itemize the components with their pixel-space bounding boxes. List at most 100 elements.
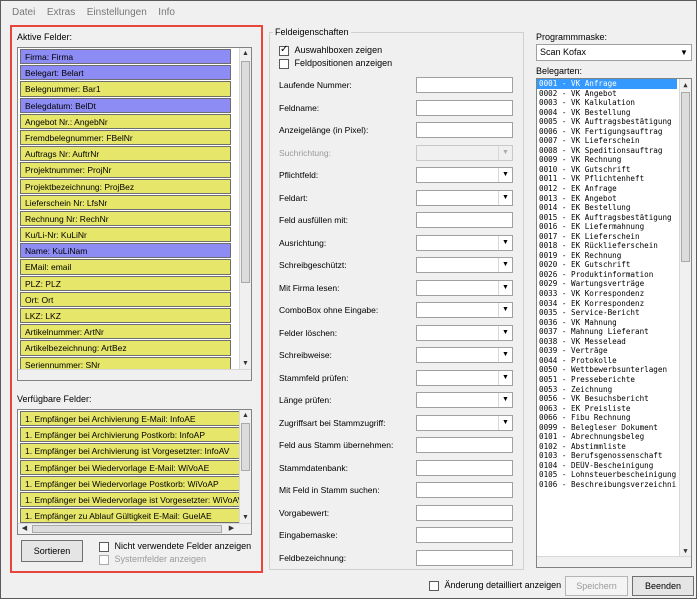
- property-select[interactable]: ▼: [416, 392, 513, 408]
- chevron-down-icon[interactable]: ▼: [498, 348, 512, 362]
- property-input[interactable]: [416, 99, 513, 116]
- chevron-down-icon[interactable]: ▼: [498, 280, 512, 295]
- chevron-down-icon[interactable]: ▼: [677, 45, 691, 60]
- belegart-item[interactable]: 0104 - DEÜV-Bescheinigung: [537, 461, 677, 471]
- chevron-down-icon[interactable]: ▼: [498, 393, 512, 407]
- belegart-item[interactable]: 0016 - EK Liefermahnung: [537, 222, 677, 232]
- save-button[interactable]: Speichern: [565, 576, 628, 596]
- belegart-item[interactable]: 0039 - Verträge: [537, 346, 677, 356]
- active-field-item[interactable]: Angebot Nr.: AngebNr: [20, 113, 231, 129]
- available-field-item[interactable]: 1. Empfänger bei Wiedervorlage ist Vorge…: [20, 491, 240, 508]
- property-select[interactable]: ▼: [416, 324, 513, 341]
- belegart-item[interactable]: 0013 - EK Angebot: [537, 194, 677, 204]
- active-field-item[interactable]: Ort: Ort: [20, 291, 231, 307]
- scroll-thumb[interactable]: [681, 92, 690, 262]
- belegart-item[interactable]: 0099 - Belegleser Dokument: [537, 423, 677, 433]
- active-field-item[interactable]: Ku/Li-Nr: KuLiNr: [20, 227, 231, 243]
- belegarten-vscrollbar[interactable]: ▲ ▼: [679, 79, 691, 557]
- active-field-item[interactable]: Belegart: Belart: [20, 65, 231, 81]
- belegart-item[interactable]: 0105 - Lohnsteuerbescheinigung: [537, 470, 677, 480]
- available-field-item[interactable]: 1. Empfänger bei Archivierung Postkorb: …: [20, 427, 240, 443]
- menu-einstellungen[interactable]: Einstellungen: [87, 7, 147, 18]
- active-field-item[interactable]: Projektnummer: ProjNr: [20, 162, 231, 178]
- belegart-item[interactable]: 0038 - VK Messelead: [537, 337, 677, 347]
- belegart-item[interactable]: 0003 - VK Kalkulation: [537, 98, 677, 108]
- available-field-item[interactable]: 1. Empfänger bei Archivierung E-Mail: In…: [20, 411, 240, 427]
- available-field-item[interactable]: 1. Empfänger bei Wiedervorlage E-Mail: W…: [20, 459, 240, 475]
- property-input[interactable]: [416, 122, 513, 138]
- checkbox-box[interactable]: [279, 58, 289, 69]
- belegart-item[interactable]: 0020 - EK Gutschrift: [537, 260, 677, 270]
- active-field-item[interactable]: Firma: Firma: [20, 49, 231, 65]
- property-input[interactable]: [416, 504, 513, 521]
- scroll-thumb[interactable]: [32, 525, 222, 533]
- belegart-item[interactable]: 0101 - Abrechnungsbeleg: [537, 432, 677, 442]
- menu-info[interactable]: Info: [158, 7, 175, 18]
- show-field-positions-checkbox[interactable]: Feldpositionen anzeigen: [279, 58, 392, 69]
- property-select[interactable]: ▼: [416, 257, 513, 273]
- available-field-item[interactable]: 1. Empfänger bei Archivierung ist Vorges…: [20, 443, 240, 459]
- belegart-item[interactable]: 0033 - VK Korrespondenz: [537, 289, 677, 299]
- belegart-item[interactable]: 0015 - EK Auftragsbestätigung: [537, 213, 677, 223]
- available-field-item[interactable]: 1. Empfänger zu Ablauf Gültigkeit E-Mail…: [20, 508, 240, 524]
- active-field-item[interactable]: Belegnummer: Bar1: [20, 81, 231, 97]
- property-select[interactable]: ▼: [416, 369, 513, 386]
- active-field-item[interactable]: Name: KuLiNam: [20, 243, 231, 259]
- active-field-item[interactable]: Rechnung Nr: RechNr: [20, 210, 231, 227]
- belegart-item[interactable]: 0006 - VK Fertigungsauftrag: [537, 127, 677, 137]
- belegart-item[interactable]: 0029 - Wartungsverträge: [537, 279, 677, 289]
- belegart-item[interactable]: 0011 - VK Pflichtenheft: [537, 174, 677, 184]
- property-input[interactable]: [416, 459, 513, 476]
- scroll-left-icon[interactable]: ◀: [19, 523, 30, 534]
- active-field-item[interactable]: Auftrags Nr: AuftrNr: [20, 146, 231, 162]
- belegart-item[interactable]: 0026 - Produktinformation: [537, 270, 677, 280]
- belegart-item[interactable]: 0005 - VK Auftragsbestätigung: [537, 117, 677, 127]
- active-field-item[interactable]: LKZ: LKZ: [20, 308, 231, 324]
- belegart-item[interactable]: 0103 - Berufsgenossenschaft: [537, 451, 677, 461]
- available-field-item[interactable]: 1. Empfänger bei Wiedervorlage Postkorb:…: [20, 475, 240, 491]
- checkbox-box[interactable]: [429, 580, 439, 591]
- active-fields-list[interactable]: Firma: Firma Belegart: Belart Belegnummer:…: [17, 47, 252, 381]
- active-field-item[interactable]: EMail: email: [20, 259, 231, 275]
- active-field-item[interactable]: Belegdatum: BelDt: [20, 97, 231, 113]
- belegart-item[interactable]: 0009 - VK Rechnung: [537, 155, 677, 165]
- chevron-down-icon[interactable]: ▼: [498, 325, 512, 340]
- belegart-item[interactable]: 0035 - Service-Bericht: [537, 308, 677, 318]
- property-select[interactable]: ▼: [416, 234, 513, 251]
- belegart-item[interactable]: 0051 - Presseberichte: [537, 375, 677, 385]
- belegart-item[interactable]: 0001 - VK Anfrage: [537, 79, 677, 89]
- show-selectboxes-checkbox[interactable]: Auswahlboxen zeigen: [279, 44, 382, 56]
- change-detail-checkbox[interactable]: Änderung detailliert anzeigen: [429, 580, 561, 591]
- active-field-item[interactable]: Fremdbelegnummer: FBelNr: [20, 129, 231, 146]
- belegart-item[interactable]: 0012 - EK Anfrage: [537, 184, 677, 194]
- scroll-right-icon[interactable]: ▶: [226, 523, 237, 534]
- available-list-hscrollbar[interactable]: ◀ ▶: [18, 523, 251, 534]
- unused-fields-checkbox[interactable]: Nicht verwendete Felder anzeigen: [99, 541, 251, 552]
- scroll-thumb[interactable]: [241, 61, 250, 283]
- property-select[interactable]: ▼: [416, 414, 513, 431]
- property-select[interactable]: ▼: [416, 302, 513, 318]
- checkbox-box[interactable]: [279, 44, 289, 56]
- belegart-item[interactable]: 0066 - Fibu Rechnung: [537, 413, 677, 423]
- available-fields-list[interactable]: 1. Empfänger bei Archivierung E-Mail: In…: [17, 409, 252, 535]
- property-select[interactable]: ▼: [416, 347, 513, 363]
- chevron-down-icon[interactable]: ▼: [498, 303, 512, 317]
- property-input[interactable]: [416, 77, 513, 93]
- property-input[interactable]: [416, 527, 513, 543]
- belegart-item[interactable]: 0050 - Wettbewerbsunterlagen: [537, 365, 677, 375]
- belegart-item[interactable]: 0014 - EK Bestellung: [537, 203, 677, 213]
- belegarten-list[interactable]: 0001 - VK Anfrage 0002 - VK Angebot 0003 -…: [536, 78, 692, 568]
- chevron-down-icon[interactable]: ▼: [498, 235, 512, 250]
- menu-datei[interactable]: Datei: [12, 7, 35, 18]
- chevron-down-icon[interactable]: ▼: [498, 415, 512, 430]
- belegart-item[interactable]: 0106 - Beschreibungsverzeichnis: [537, 480, 677, 490]
- property-input[interactable]: [416, 482, 513, 498]
- chevron-down-icon[interactable]: ▼: [498, 190, 512, 205]
- scroll-up-icon[interactable]: ▲: [680, 79, 691, 91]
- checkbox-box[interactable]: [99, 541, 109, 552]
- belegart-item[interactable]: 0018 - EK Rücklieferschein: [537, 241, 677, 251]
- belegart-item[interactable]: 0007 - VK Lieferschein: [537, 136, 677, 146]
- chevron-down-icon[interactable]: ▼: [498, 370, 512, 385]
- active-field-item[interactable]: Lieferschein Nr: LfsNr: [20, 194, 231, 210]
- active-field-item[interactable]: Projektbezeichnung: ProjBez: [20, 178, 231, 194]
